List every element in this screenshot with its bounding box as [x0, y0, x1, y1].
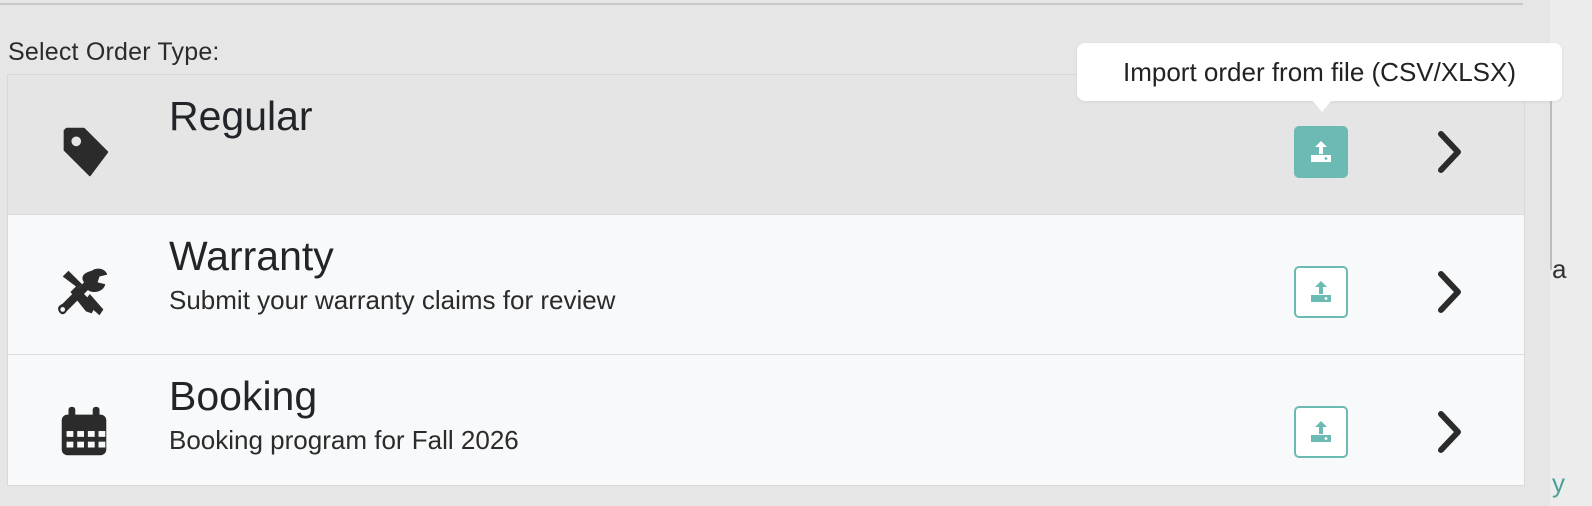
order-type-row-booking[interactable]: Booking Booking program for Fall 2026	[8, 355, 1524, 485]
order-type-row-warranty[interactable]: Warranty Submit your warranty claims for…	[8, 215, 1524, 355]
order-type-description: Submit your warranty claims for review	[169, 285, 616, 315]
tooltip-arrow	[1312, 100, 1332, 112]
right-panel-link-fragment[interactable]: y	[1552, 468, 1565, 499]
upload-icon	[1307, 418, 1335, 446]
right-panel-text-fragment: a	[1552, 254, 1567, 284]
order-type-title: Regular	[169, 93, 313, 139]
upload-icon	[1307, 278, 1335, 306]
order-type-description: Booking program for Fall 2026	[169, 425, 519, 455]
import-tooltip: Import order from file (CSV/XLSX)	[1077, 43, 1562, 101]
upload-icon	[1307, 138, 1335, 166]
order-type-list: Regular Warranty Submit your warranty cl…	[7, 74, 1525, 486]
import-file-button[interactable]	[1294, 126, 1348, 178]
chevron-right-icon[interactable]	[1434, 409, 1464, 455]
right-panel-divider	[1550, 100, 1552, 270]
import-file-button[interactable]	[1294, 266, 1348, 318]
chevron-right-icon[interactable]	[1434, 269, 1464, 315]
tools-icon	[53, 261, 115, 323]
tag-icon	[53, 121, 115, 183]
top-divider	[0, 3, 1523, 5]
section-label: Select Order Type:	[8, 38, 220, 66]
chevron-right-icon[interactable]	[1434, 129, 1464, 175]
order-type-title: Booking	[169, 373, 318, 419]
import-file-button[interactable]	[1294, 406, 1348, 458]
calendar-icon	[53, 401, 115, 463]
order-type-title: Warranty	[169, 233, 334, 279]
